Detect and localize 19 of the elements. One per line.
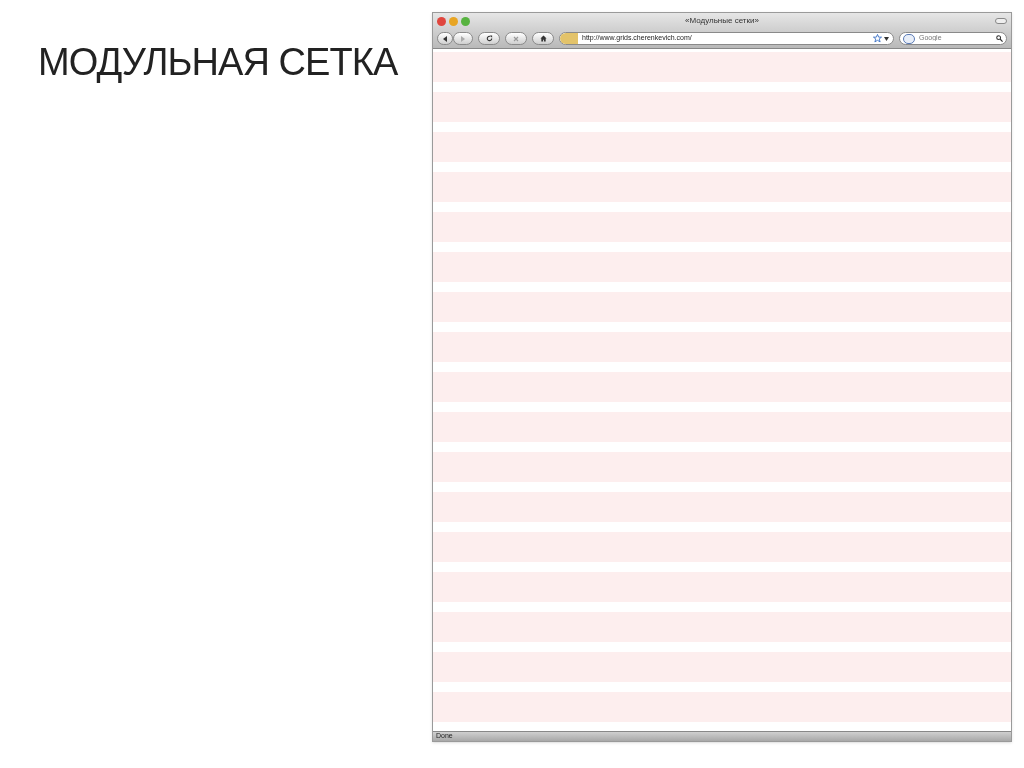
close-icon (513, 35, 519, 42)
slide-title: МОДУЛЬНАЯ СЕТКА (38, 40, 399, 85)
star-icon[interactable] (873, 34, 882, 43)
right-arrow-icon (460, 35, 466, 42)
caret-icon[interactable] (884, 36, 889, 41)
back-button[interactable] (437, 32, 453, 45)
window-title: «Модульные сетки» (685, 15, 759, 27)
stop-button[interactable] (505, 32, 527, 45)
zoom-icon[interactable] (461, 16, 470, 26)
left-arrow-icon (442, 35, 448, 42)
search-icon (996, 35, 1003, 42)
site-icon (560, 33, 578, 44)
home-button[interactable] (532, 32, 554, 45)
reload-icon (485, 35, 493, 42)
toolbar-toggle-icon[interactable] (995, 18, 1007, 24)
reload-button[interactable] (478, 32, 500, 45)
close-icon[interactable] (437, 16, 446, 26)
home-icon (539, 35, 547, 42)
search-engine-icon (903, 33, 915, 44)
